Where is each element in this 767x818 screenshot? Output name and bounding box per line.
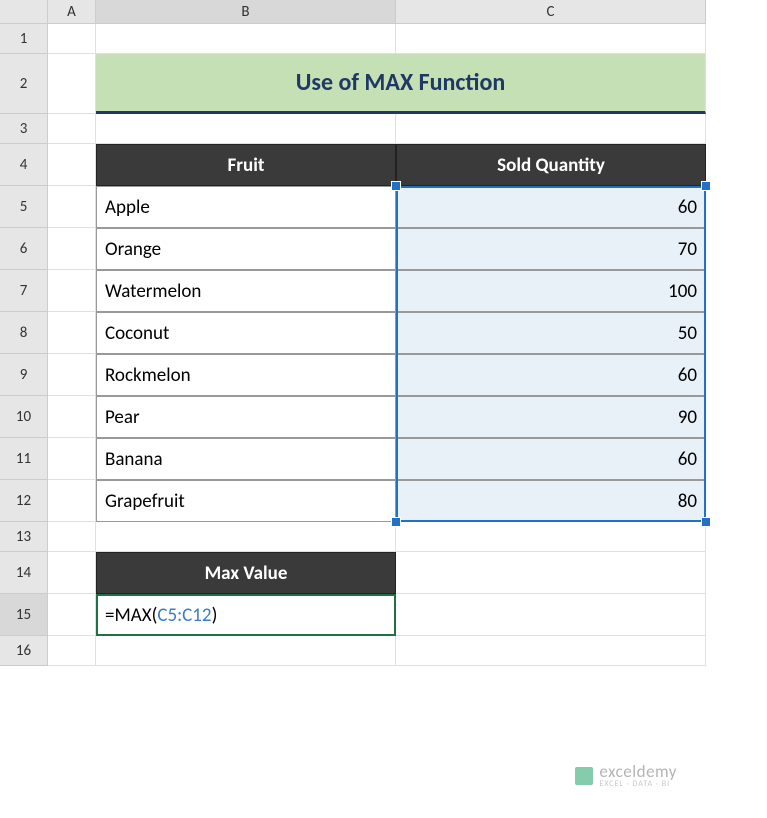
cell-qty-11[interactable]: 60 [396,438,706,480]
row-header-5[interactable]: 5 [0,186,48,228]
cell-fruit-9[interactable]: Rockmelon [96,354,396,396]
row-header-2[interactable]: 2 [0,54,48,114]
header-qty: Sold Quantity [396,144,706,186]
cell-A9[interactable] [48,354,96,396]
col-header-B[interactable]: B [96,0,396,23]
formula-prefix: =MAX( [105,604,157,627]
cell-A14[interactable] [48,552,96,594]
row-header-4[interactable]: 4 [0,144,48,186]
cell-A2[interactable] [48,54,96,114]
column-headers: A B C [0,0,706,24]
select-all-corner[interactable] [0,0,48,23]
cell-fruit-6[interactable]: Orange [96,228,396,270]
row-header-11[interactable]: 11 [0,438,48,480]
cell-qty-7[interactable]: 100 [396,270,706,312]
cell-B3[interactable] [96,114,396,144]
row-header-3[interactable]: 3 [0,114,48,144]
cell-A6[interactable] [48,228,96,270]
cell-A3[interactable] [48,114,96,144]
cell-A11[interactable] [48,438,96,480]
cell-C15[interactable] [396,594,706,636]
cell-fruit-8[interactable]: Coconut [96,312,396,354]
formula-range-ref: C5:C12 [157,604,211,627]
col-header-C[interactable]: C [396,0,706,23]
cell-fruit-7[interactable]: Watermelon [96,270,396,312]
row-header-8[interactable]: 8 [0,312,48,354]
cell-A8[interactable] [48,312,96,354]
watermark: exceldemy EXCEL · DATA · BI [575,763,677,788]
cell-B1[interactable] [96,24,396,54]
row-header-14[interactable]: 14 [0,552,48,594]
cell-C16[interactable] [396,636,706,666]
header-max-value: Max Value [96,552,396,594]
cell-qty-10[interactable]: 90 [396,396,706,438]
header-fruit: Fruit [96,144,396,186]
cell-fruit-11[interactable]: Banana [96,438,396,480]
title-banner: Use of MAX Function [96,54,706,114]
cell-A15[interactable] [48,594,96,636]
cell-fruit-10[interactable]: Pear [96,396,396,438]
row-header-15[interactable]: 15 [0,594,48,636]
watermark-brand: exceldemy [599,763,677,780]
cell-qty-12[interactable]: 80 [396,480,706,522]
cell-B16[interactable] [96,636,396,666]
cell-qty-9[interactable]: 60 [396,354,706,396]
cell-A13[interactable] [48,522,96,552]
cell-A16[interactable] [48,636,96,666]
cell-fruit-5[interactable]: Apple [96,186,396,228]
cell-C3[interactable] [396,114,706,144]
cell-formula-B15[interactable]: =MAX(C5:C12) [96,594,396,636]
row-header-6[interactable]: 6 [0,228,48,270]
watermark-tag: EXCEL · DATA · BI [599,780,677,788]
row-header-16[interactable]: 16 [0,636,48,666]
cell-A12[interactable] [48,480,96,522]
cell-A7[interactable] [48,270,96,312]
cell-A1[interactable] [48,24,96,54]
row-header-13[interactable]: 13 [0,522,48,552]
cell-A10[interactable] [48,396,96,438]
row-header-1[interactable]: 1 [0,24,48,54]
row-header-9[interactable]: 9 [0,354,48,396]
cell-C1[interactable] [396,24,706,54]
cell-C13[interactable] [396,522,706,552]
cell-A5[interactable] [48,186,96,228]
cell-qty-5[interactable]: 60 [396,186,706,228]
watermark-logo-icon [575,767,593,785]
row-header-7[interactable]: 7 [0,270,48,312]
row-header-12[interactable]: 12 [0,480,48,522]
cell-B13[interactable] [96,522,396,552]
col-header-A[interactable]: A [48,0,96,23]
cell-qty-6[interactable]: 70 [396,228,706,270]
formula-suffix: ) [212,604,218,627]
cell-A4[interactable] [48,144,96,186]
cell-C14[interactable] [396,552,706,594]
row-header-10[interactable]: 10 [0,396,48,438]
cell-qty-8[interactable]: 50 [396,312,706,354]
cell-fruit-12[interactable]: Grapefruit [96,480,396,522]
